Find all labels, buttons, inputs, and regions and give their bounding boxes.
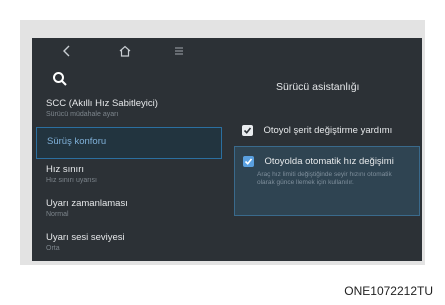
panel-title: Sürücü asistanlığı xyxy=(276,81,360,93)
list-item-title: SCC (Akıllı Hız Sabitleyici) xyxy=(46,98,158,109)
checkbox[interactable] xyxy=(242,125,253,137)
list-item-title: Hız sınırı xyxy=(46,164,85,175)
option-description: Araç hız limiti değiştiğinde seyir hızın… xyxy=(257,171,392,186)
option-auto-speed-change[interactable]: Otoyolda otomatik hız değişimi Araç hız … xyxy=(234,146,420,216)
list-item-warning-volume[interactable]: Uyarı sesi seviyesi Orta xyxy=(32,227,222,261)
list-item-title: Uyarı zamanlaması xyxy=(46,198,128,209)
list-item-subtitle: Sürücü müdahale ayarı xyxy=(46,111,119,118)
checkmark-icon xyxy=(243,127,252,135)
checkmark-icon xyxy=(244,158,253,166)
list-item-warning-timing[interactable]: Uyarı zamanlaması Normal xyxy=(32,193,222,227)
home-icon[interactable] xyxy=(118,44,132,58)
list-item-title: Sürüş konforu xyxy=(47,136,107,147)
checkbox[interactable] xyxy=(243,156,254,168)
top-navigation-bar xyxy=(32,38,222,64)
image-caption: ONE1072212TU xyxy=(344,284,433,298)
list-item-title: Uyarı sesi seviyesi xyxy=(46,232,125,243)
search-icon xyxy=(53,72,67,86)
list-item-scc[interactable]: SCC (Akıllı Hız Sabitleyici) Sürücü müda… xyxy=(32,93,222,127)
infotainment-screen: SCC (Akıllı Hız Sabitleyici) Sürücü müda… xyxy=(32,38,422,261)
search-button[interactable] xyxy=(52,71,68,87)
option-label: Otoyolda otomatik hız değişimi xyxy=(264,156,394,168)
list-item-subtitle: Orta xyxy=(46,245,60,252)
list-item-subtitle: Hız sınırı uyarısı xyxy=(46,177,97,184)
option-label: Otoyol şerit değiştirme yardımı xyxy=(263,125,393,137)
option-lane-change-assist[interactable]: Otoyol şerit değiştirme yardımı xyxy=(242,122,392,140)
list-item-speed-limit[interactable]: Hız sınırı Hız sınırı uyarısı xyxy=(32,159,222,193)
list-item-subtitle: Normal xyxy=(46,211,69,218)
chevron-left-icon[interactable] xyxy=(60,44,74,58)
settings-category-list: SCC (Akıllı Hız Sabitleyici) Sürücü müda… xyxy=(32,93,222,261)
list-item-driving-comfort[interactable]: Sürüş konforu xyxy=(36,127,222,159)
menu-icon[interactable] xyxy=(172,44,186,58)
